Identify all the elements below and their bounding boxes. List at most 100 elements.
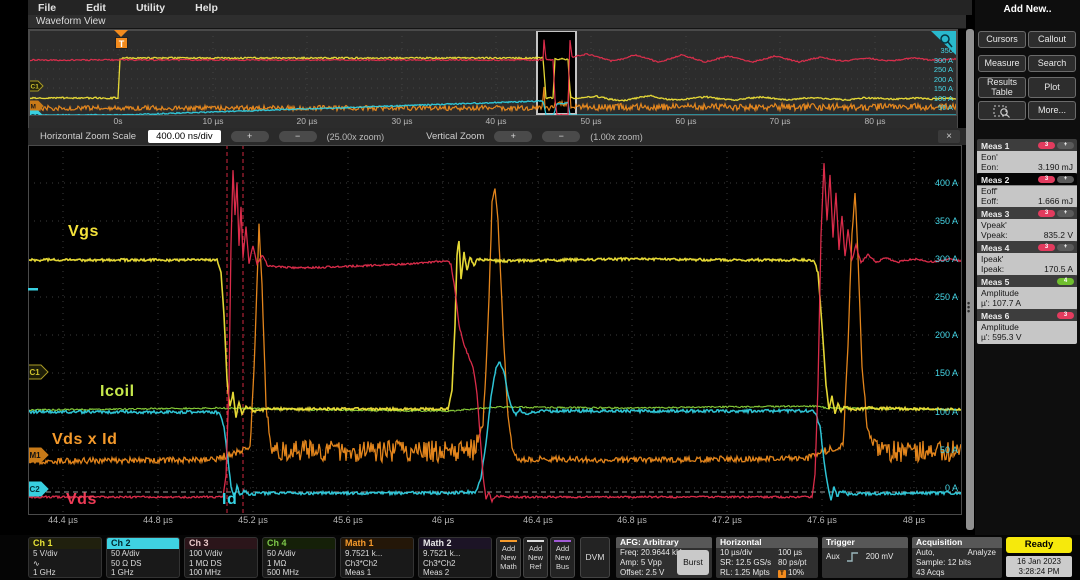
h-zoom-plus-button[interactable]: + xyxy=(231,131,269,142)
channel-badge-ch4[interactable]: Ch 450 A/div1 MΩ500 MHz xyxy=(262,537,336,578)
channel-badge-math2[interactable]: Math 29.7521 k...Ch3*Ch2Meas 2 xyxy=(418,537,492,578)
y-axis-tick: 100 A xyxy=(935,407,958,417)
trace-label-vds-x-id: Vds x Id xyxy=(52,431,117,449)
menu-file[interactable]: File xyxy=(38,2,56,14)
meas-line2: µ': 595.3 V xyxy=(981,332,1073,342)
main-zoom-waveform-plot[interactable]: C1M1C2400 A350 A300 A250 A200 A150 A100 … xyxy=(28,145,962,515)
color-line xyxy=(500,540,517,542)
h-trig-position: T10% xyxy=(778,568,804,578)
h-scale: 10 µs/div xyxy=(720,548,778,558)
trigger-flag[interactable]: T xyxy=(115,37,128,49)
meas-line2: µ': 107.7 A xyxy=(981,298,1073,308)
afg-panel[interactable]: AFG: Arbitrary Freq: 20.9644 kHz Amp: 5 … xyxy=(616,537,712,578)
channel-setting: 5 V/div xyxy=(29,549,101,559)
measure-button[interactable]: Measure xyxy=(978,55,1026,72)
meas-count-badge: + xyxy=(1057,244,1074,251)
menu-utility[interactable]: Utility xyxy=(136,2,165,14)
meas-count-badge: 3 xyxy=(1038,176,1055,183)
meas-line2: Ipeak:170.5 A xyxy=(981,264,1073,274)
overview-plot[interactable]: C1MC2350300 A250 A200 A150 A100 A50 A0 A xyxy=(29,30,957,116)
main-time-tick: 45.6 µs xyxy=(333,515,363,525)
h-zoom-scale-value[interactable]: 400.00 ns/div xyxy=(148,130,221,143)
burst-button[interactable]: Burst xyxy=(677,550,709,575)
acquisition-panel[interactable]: Acquisition Auto,Analyze Sample: 12 bits… xyxy=(912,537,1002,578)
v-zoom-plus-button[interactable]: + xyxy=(494,131,532,142)
meas-line1: Ipeak' xyxy=(981,254,1073,264)
search-button[interactable]: Search xyxy=(1028,55,1076,72)
meas-card-6[interactable]: Meas 63Amplitudeµ': 595.3 V xyxy=(977,309,1077,344)
trigger-marker-icon[interactable] xyxy=(114,30,128,37)
menu-help[interactable]: Help xyxy=(195,2,218,14)
trigger-panel[interactable]: Trigger Aux 200 mV xyxy=(822,537,908,578)
h-zoom-minus-button[interactable]: − xyxy=(279,131,317,142)
y-axis-tick: 150 A xyxy=(935,368,958,378)
meas-card-5[interactable]: Meas 54Amplitudeµ': 107.7 A xyxy=(977,275,1077,310)
channel-badge-m[interactable]: M xyxy=(31,104,36,111)
meas-badges: 3+ xyxy=(1038,142,1074,149)
cursors-button[interactable]: Cursors xyxy=(978,31,1026,48)
channel-badge-ch3[interactable]: Ch 3100 V/div1 MΩ DS100 MHz xyxy=(184,537,258,578)
meas-line1: Eoff' xyxy=(981,186,1073,196)
y-axis-tick: 300 A xyxy=(934,56,953,65)
overview-time-tick: 70 µs xyxy=(770,116,791,126)
add-new-math-button[interactable]: Add New Math xyxy=(496,537,521,578)
y-axis-tick: 250 A xyxy=(935,292,958,302)
channel-setting: 1 MΩ DS xyxy=(185,559,257,569)
channel-badge-c1[interactable]: C1 xyxy=(30,368,41,377)
trace-label-vgs: Vgs xyxy=(68,223,99,241)
meas-count-badge: 3 xyxy=(1057,312,1074,319)
meas-value: 3.190 mJ xyxy=(1038,162,1073,172)
callout-button[interactable]: Callout xyxy=(1028,31,1076,48)
channel-badge-ch1[interactable]: Ch 15 V/div∿1 GHz xyxy=(28,537,102,578)
meas-card-1[interactable]: Meas 13+Eon'Eon:3.190 mJ xyxy=(977,139,1077,174)
v-zoom-minus-button[interactable]: − xyxy=(542,131,580,142)
h-zoom-scale-label: Horizontal Zoom Scale xyxy=(40,131,136,142)
main-time-tick: 46.4 µs xyxy=(523,515,553,525)
y-axis-tick: 200 A xyxy=(935,330,958,340)
tab-waveform-view[interactable]: Waveform View xyxy=(36,16,105,27)
channel-setting: 50 A/div xyxy=(263,549,335,559)
meas-card-4[interactable]: Meas 43+Ipeak'Ipeak:170.5 A xyxy=(977,241,1077,276)
channel-setting: 9.7521 k... xyxy=(419,549,491,559)
overview-time-tick: 20 µs xyxy=(297,116,318,126)
meas-label: µ': 107.7 A xyxy=(981,298,1021,308)
channel-badge-math1[interactable]: Math 19.7521 k...Ch3*Ch2Meas 1 xyxy=(340,537,414,578)
meas-label: Vpeak: xyxy=(981,230,1007,240)
horizontal-panel[interactable]: Horizontal 10 µs/div100 µs SR: 12.5 GS/s… xyxy=(716,537,818,578)
y-axis-tick: 100 A xyxy=(934,94,953,103)
meas-line1: Amplitude xyxy=(981,288,1073,298)
channel-badge-c1[interactable]: C1 xyxy=(31,84,40,91)
close-zoom-icon[interactable]: × xyxy=(938,130,960,143)
meas-card-3[interactable]: Meas 33+Vpeak'Vpeak:835.2 V xyxy=(977,207,1077,242)
add-new-bus-button[interactable]: Add New Bus xyxy=(550,537,575,578)
oscilloscope-screen: File Edit Utility Help Waveform View C1 M… xyxy=(0,0,1080,580)
results-table-button[interactable]: Results Table xyxy=(978,77,1026,98)
channel-badge-c2[interactable]: C2 xyxy=(30,485,41,494)
channel-name: Math 2 xyxy=(419,538,491,549)
zoom-area-button[interactable] xyxy=(978,101,1026,120)
meas-name: Meas 4 xyxy=(981,243,1009,253)
channel-setting: 50 Ω DS xyxy=(107,559,179,569)
add-new-ref-button[interactable]: Add New Ref xyxy=(523,537,548,578)
pane-splitter-handle[interactable]: ••• xyxy=(966,29,974,530)
main-plot-canvas[interactable]: C1M1C2400 A350 A300 A250 A200 A150 A100 … xyxy=(28,145,962,515)
plot-button[interactable]: Plot xyxy=(1028,77,1076,98)
acq-sample: Sample: 12 bits xyxy=(912,558,1002,568)
menu-edit[interactable]: Edit xyxy=(86,2,106,14)
add-button-label: Add New Math xyxy=(497,544,520,571)
y-axis-tick: 0 A xyxy=(945,483,958,493)
y-axis-tick: 200 A xyxy=(934,75,953,84)
meas-card-2[interactable]: Meas 23+Eoff'Eoff:1.666 mJ xyxy=(977,173,1077,208)
afg-title: AFG: Arbitrary xyxy=(616,537,712,548)
channel-badge-ch2[interactable]: Ch 250 A/div50 Ω DS1 GHz xyxy=(106,537,180,578)
y-axis-tick: 350 A xyxy=(935,216,958,226)
more--button[interactable]: More... xyxy=(1028,101,1076,120)
meas-value: 170.5 A xyxy=(1044,264,1073,274)
main-time-tick: 46 µs xyxy=(432,515,454,525)
meas-body: Amplitudeµ': 595.3 V xyxy=(977,321,1077,344)
dvm-button[interactable]: DVM xyxy=(580,537,610,578)
main-time-tick: 45.2 µs xyxy=(238,515,268,525)
overview-waveform-strip[interactable]: C1MC2350300 A250 A200 A150 A100 A50 A0 A… xyxy=(28,29,958,129)
y-axis-tick: 50 A xyxy=(940,445,958,455)
channel-badge-m1[interactable]: M1 xyxy=(30,451,42,460)
